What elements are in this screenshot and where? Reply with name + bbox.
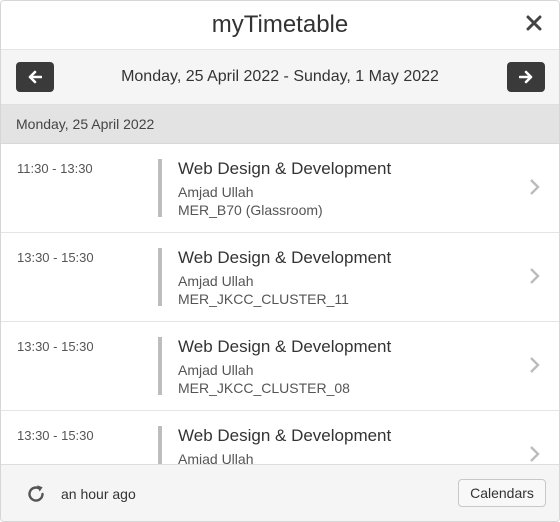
last-updated-text: an hour ago	[61, 486, 136, 502]
event-color-bar	[158, 248, 162, 306]
event-time: 13:30 - 15:30	[17, 339, 94, 354]
close-button[interactable]	[523, 10, 545, 36]
event-staff: Amjad Ullah	[178, 273, 254, 289]
close-icon	[526, 15, 542, 31]
event-item[interactable]: 13:30 - 15:30 Web Design & Development A…	[1, 233, 559, 322]
event-subject: Web Design & Development	[178, 426, 392, 445]
event-subject: Web Design & Development	[178, 248, 392, 267]
event-room: MER_JKCC_CLUSTER_08	[178, 380, 350, 396]
previous-week-button[interactable]	[16, 62, 54, 92]
day-header: Monday, 25 April 2022	[1, 105, 559, 144]
refresh-icon[interactable]	[25, 483, 47, 505]
event-item[interactable]: 11:30 - 13:30 Web Design & Development A…	[1, 144, 559, 233]
calendars-button[interactable]: Calendars	[458, 479, 546, 507]
arrow-right-icon	[519, 70, 533, 84]
app-title: myTimetable	[211, 11, 349, 38]
footer-bar: an hour ago Calendars	[1, 464, 559, 521]
event-color-bar	[158, 426, 162, 466]
event-time: 13:30 - 15:30	[17, 250, 94, 265]
event-time: 11:30 - 13:30	[17, 161, 93, 176]
event-time: 13:30 - 15:30	[17, 428, 94, 443]
chevron-right-icon	[530, 268, 540, 284]
event-room: MER_JKCC_CLUSTER_11	[178, 291, 349, 307]
event-item[interactable]: 13:30 - 15:30 Web Design & Development A…	[1, 411, 559, 466]
title-bar: myTimetable	[1, 1, 559, 50]
event-subject: Web Design & Development	[178, 337, 392, 356]
next-week-button[interactable]	[507, 62, 545, 92]
timetable-window: myTimetable Monday, 25 April 2022 - Sund…	[0, 0, 560, 522]
event-item[interactable]: 13:30 - 15:30 Web Design & Development A…	[1, 322, 559, 411]
event-color-bar	[158, 159, 162, 217]
chevron-right-icon	[530, 179, 540, 195]
event-room: MER_B70 (Glassroom)	[178, 202, 323, 218]
week-navigation: Monday, 25 April 2022 - Sunday, 1 May 20…	[1, 50, 559, 105]
arrow-left-icon	[28, 70, 42, 84]
event-list[interactable]: 11:30 - 13:30 Web Design & Development A…	[1, 144, 559, 466]
event-color-bar	[158, 337, 162, 395]
chevron-right-icon	[530, 357, 540, 373]
chevron-right-icon	[530, 446, 540, 462]
event-subject: Web Design & Development	[178, 159, 392, 178]
week-range-label: Monday, 25 April 2022 - Sunday, 1 May 20…	[121, 68, 439, 85]
event-staff: Amjad Ullah	[178, 362, 254, 378]
event-staff: Amjad Ullah	[178, 184, 254, 200]
